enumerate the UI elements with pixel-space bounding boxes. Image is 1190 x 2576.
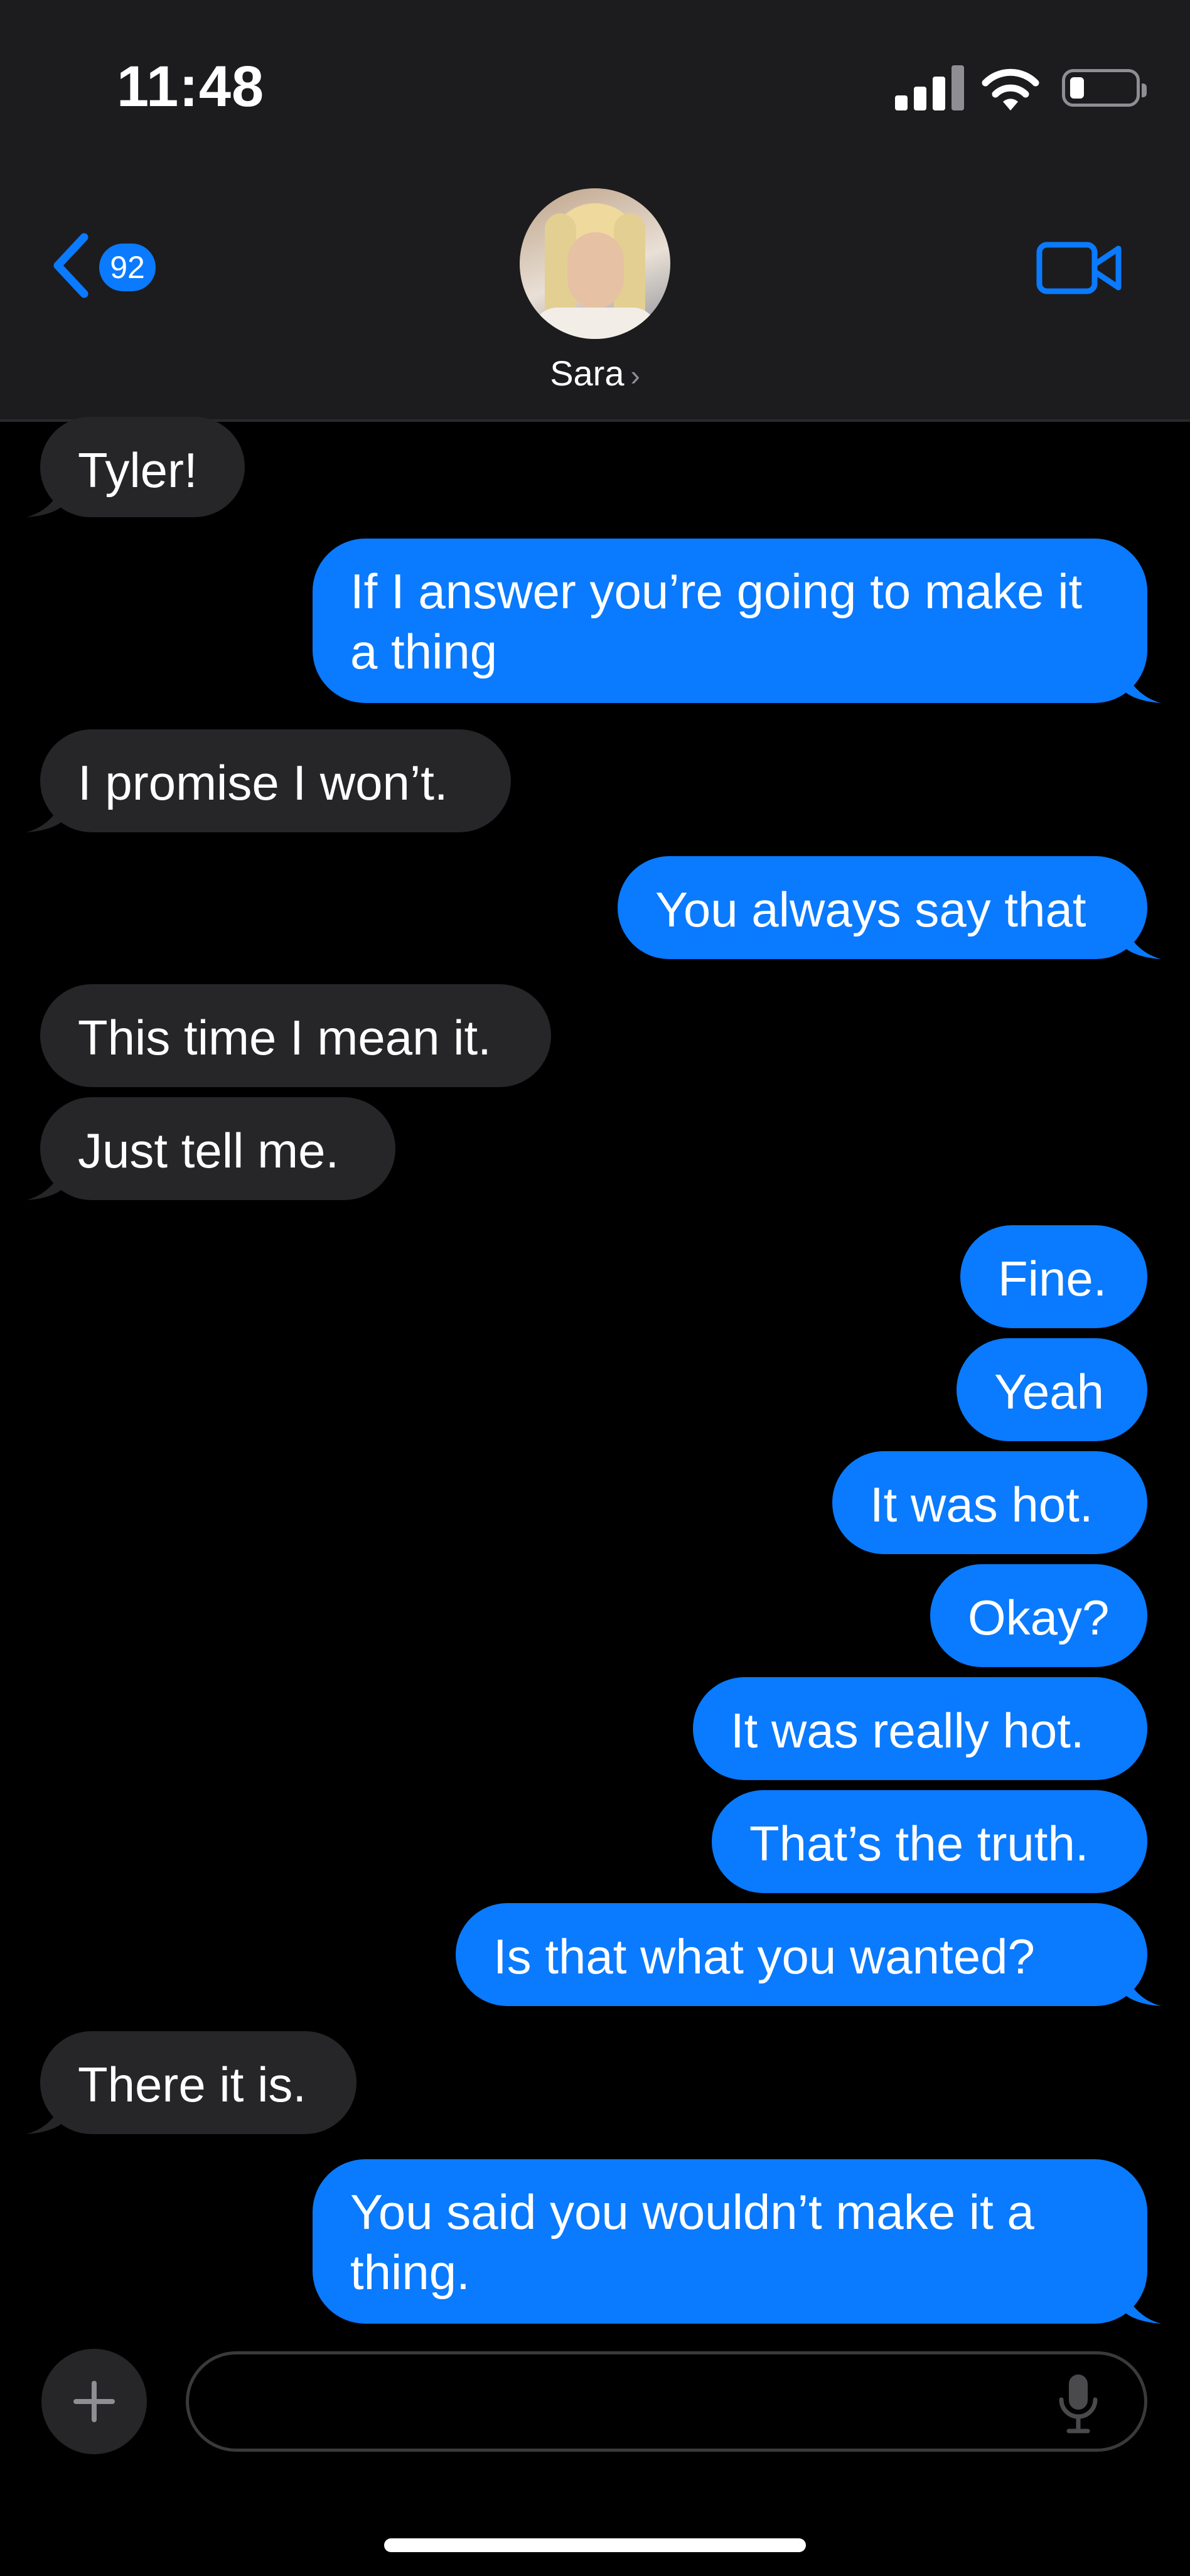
contact-name: Sara (550, 353, 624, 393)
navigation-header: 11:48 92 Sara › (0, 0, 1190, 422)
message-bubble-incoming[interactable]: This time I mean it. (40, 984, 551, 1087)
apps-plus-button[interactable] (41, 2349, 147, 2454)
message-text: You said you wouldn’t make it a thing. (350, 2184, 1034, 2300)
plus-icon (73, 2381, 115, 2422)
cellular-signal-icon (895, 65, 964, 110)
message-bubble-outgoing[interactable]: If I answer you’re going to make it a th… (313, 539, 1161, 703)
chevron-left-icon (53, 233, 88, 298)
chevron-right-icon: › (630, 359, 640, 392)
message-bubble-incoming[interactable]: I promise I won’t. (26, 729, 511, 832)
message-text: It was hot. (870, 1477, 1093, 1532)
contact-name-button[interactable]: Sara › (0, 353, 1190, 394)
message-text: If I answer you’re going to make it a th… (350, 564, 1083, 679)
message-bubble-outgoing[interactable]: You always say that (618, 856, 1161, 959)
message-bubble-incoming[interactable]: Just tell me. (26, 1097, 395, 1200)
wifi-icon (982, 68, 1039, 110)
message-text: Tyler! (78, 443, 198, 498)
message-text: It was really hot. (731, 1703, 1085, 1758)
message-text: There it is. (78, 2057, 307, 2112)
message-input[interactable] (214, 2367, 1032, 2437)
message-bubble-outgoing[interactable]: It was hot. (832, 1451, 1147, 1554)
microphone-icon[interactable] (1056, 2372, 1100, 2435)
unread-count-badge: 92 (99, 244, 156, 291)
message-text: Yeah (994, 1364, 1105, 1419)
battery-icon (1062, 69, 1147, 107)
status-time: 11:48 (117, 55, 265, 119)
message-bubble-incoming[interactable]: There it is. (26, 2031, 356, 2134)
message-bubble-outgoing[interactable]: It was really hot. (693, 1677, 1147, 1780)
message-bubble-outgoing[interactable]: Yeah (957, 1338, 1147, 1441)
message-bubble-outgoing[interactable]: That’s the truth. (712, 1790, 1147, 1893)
message-text: Okay? (968, 1590, 1110, 1645)
contact-avatar[interactable] (520, 188, 670, 339)
message-text: I promise I won’t. (78, 755, 448, 810)
message-text: Just tell me. (78, 1123, 340, 1178)
message-text: That’s the truth. (749, 1816, 1089, 1871)
message-bubble-outgoing[interactable]: Okay? (930, 1564, 1147, 1667)
message-bubble-outgoing[interactable]: You said you wouldn’t make it a thing. (313, 2159, 1161, 2324)
message-bubble-outgoing[interactable]: Fine. (960, 1225, 1147, 1328)
back-button[interactable]: 92 (45, 226, 171, 308)
message-bubble-outgoing[interactable]: Is that what you wanted? (456, 1903, 1161, 2006)
message-text: Fine. (998, 1251, 1107, 1306)
facetime-video-icon[interactable] (1036, 236, 1123, 299)
message-bubble-incoming[interactable]: Tyler! (26, 417, 245, 517)
home-indicator[interactable] (384, 2538, 806, 2552)
message-input-field[interactable] (186, 2351, 1147, 2452)
message-text: Is that what you wanted? (493, 1929, 1035, 1984)
message-text: This time I mean it. (78, 1010, 491, 1065)
message-text: You always say that (655, 882, 1086, 937)
